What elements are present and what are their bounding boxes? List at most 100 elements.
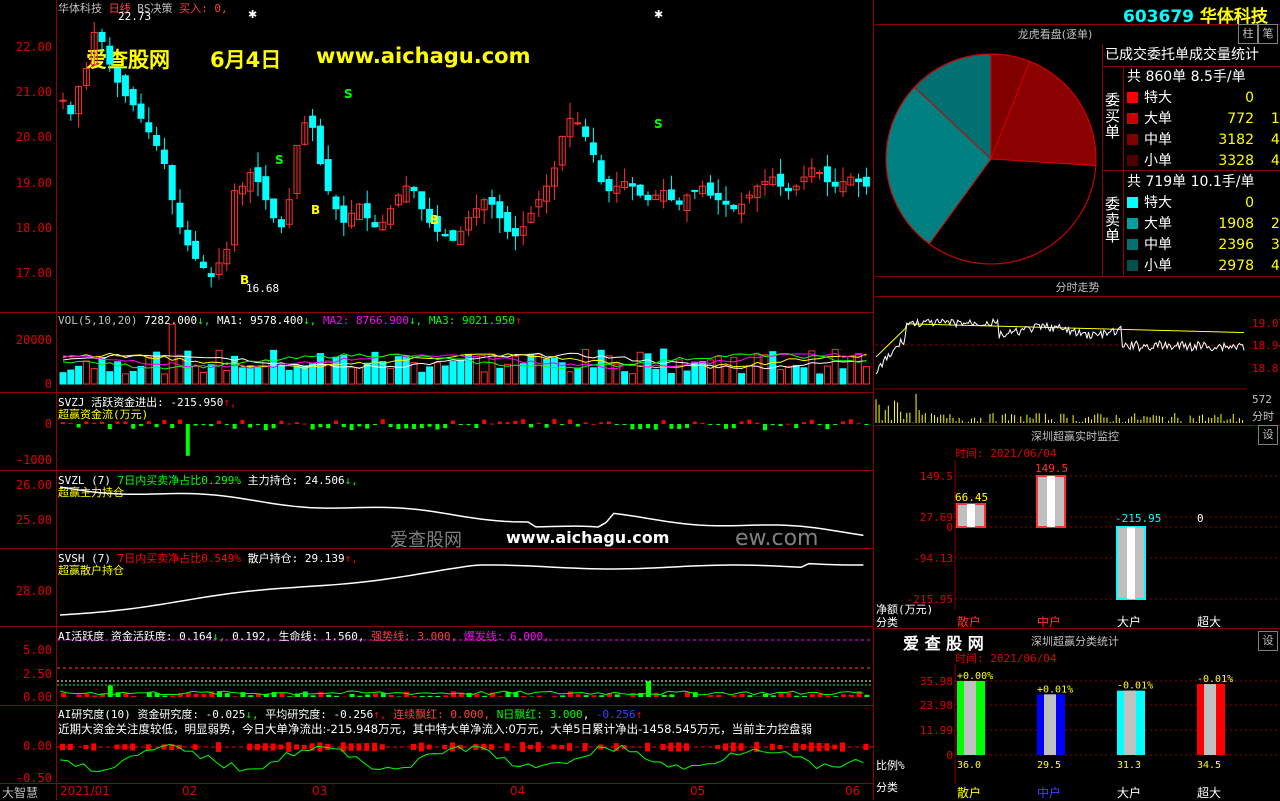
candle-body (692, 190, 698, 191)
ai-chart[interactable] (57, 627, 873, 705)
monitor-y-label: 0 (946, 521, 953, 534)
candle-body (497, 202, 503, 218)
candle-body (60, 100, 66, 101)
fund-bar (69, 423, 73, 424)
activity-bar (841, 694, 846, 697)
activity-bar (467, 693, 472, 697)
buy-total: 共 860单 8.5手/单 (1127, 66, 1246, 86)
volume-bar (637, 352, 643, 384)
research-bar (715, 745, 720, 749)
research-bar (863, 744, 868, 750)
ai-y-label: 2.50 (0, 667, 52, 681)
classify-bar-chart[interactable]: 35.9823.9811.990+0.00%36.0+0.01%29.5-0.0… (875, 664, 1280, 784)
fund-bar (186, 424, 190, 456)
volume-bar (169, 324, 175, 384)
volume-bar (68, 370, 74, 384)
volume-bar (294, 366, 300, 384)
activity-bar (521, 696, 526, 697)
intraday-time-label: 分时 (1252, 408, 1274, 424)
kline-chart[interactable]: SSSBBB✱✱ (57, 0, 873, 312)
research-bar (817, 743, 822, 751)
activity-bar (763, 694, 768, 697)
legend-swatch (1127, 134, 1138, 145)
signal-marker: B (311, 203, 320, 217)
legend-row: 大单190826% (1127, 213, 1280, 233)
candle-body (505, 213, 511, 232)
pillar-button[interactable]: 柱 (1238, 24, 1258, 44)
research-bar (364, 743, 369, 751)
activity-bar (591, 695, 596, 697)
monitor-value: -215.95 (1115, 512, 1161, 525)
kline-y-label: 18.00 (0, 221, 52, 235)
svzj-chart[interactable] (57, 393, 873, 470)
activity-bar (810, 694, 815, 697)
activity-bar (435, 696, 440, 697)
activity-bar (373, 693, 378, 697)
activity-bar (615, 694, 620, 697)
monitor-settings-button[interactable]: 设 (1258, 425, 1278, 445)
svsh-chart[interactable] (57, 549, 873, 626)
volume-bar (107, 372, 113, 384)
activity-bar (334, 696, 339, 697)
fund-bar (482, 420, 486, 424)
legend-count: 0 (1214, 195, 1254, 211)
retail-holding-line (60, 564, 863, 615)
volume-bar (481, 372, 487, 384)
candle-body (193, 241, 199, 258)
fund-bar (170, 424, 174, 428)
fund-bar (763, 424, 767, 430)
fund-bar (818, 424, 822, 425)
fund-bar (451, 421, 455, 424)
research-bar (528, 745, 533, 749)
pen-button[interactable]: 笔 (1258, 24, 1278, 44)
candle-body (723, 201, 729, 204)
volume-bar (762, 355, 768, 384)
activity-bar (248, 695, 253, 697)
volume-bar (130, 372, 136, 384)
dragon-pie-chart[interactable] (880, 48, 1102, 270)
legend-count: 772 (1214, 111, 1254, 127)
monitor-bar-chart[interactable]: 149.527.690-94.13-215.9566.45149.5-215.9… (875, 460, 1280, 610)
research-chart[interactable] (57, 706, 873, 783)
volume-bar (778, 370, 784, 384)
fund-bar (264, 424, 268, 430)
research-bar (567, 743, 572, 751)
intraday-y-label: 18.81 (1252, 362, 1280, 375)
fund-bar (802, 422, 806, 424)
volume-bar (450, 362, 456, 384)
volume-bar (785, 367, 791, 384)
monitor-title: 深圳超赢实时监控 (975, 428, 1175, 444)
fund-bar (295, 422, 299, 424)
candle-body (372, 223, 378, 227)
candle-body (333, 197, 339, 209)
candle-body (325, 160, 331, 191)
volume-bar (723, 366, 729, 384)
fund-bar (77, 424, 81, 428)
candle-body (169, 166, 175, 200)
fund-bar (794, 424, 798, 428)
research-bar (247, 744, 252, 751)
activity-bar (537, 696, 542, 697)
legend-name: 大单 (1144, 213, 1214, 233)
legend-name: 中单 (1144, 234, 1214, 254)
research-bar (115, 745, 120, 750)
main-chart-area[interactable]: 华体科技 日线 BS决策 买入: 0, 22.00 21.00 20.00 19… (0, 0, 874, 800)
fund-bar (123, 421, 127, 424)
candle-body (676, 201, 682, 204)
classify-settings-button[interactable]: 设 (1258, 631, 1278, 651)
volume-bar (356, 368, 362, 384)
legend-count: 3182 (1214, 132, 1254, 148)
x-axis-label: 2021/01 (60, 784, 110, 798)
candle-body (575, 123, 581, 124)
classify-top-value: +0.00% (957, 671, 993, 682)
volume-chart[interactable] (57, 313, 873, 392)
star-icon: ✱ (248, 8, 257, 21)
candle-body (310, 116, 316, 127)
volume-bar (239, 368, 245, 384)
intraday-chart[interactable] (875, 297, 1247, 425)
fund-bar (615, 424, 619, 425)
fund-bar (92, 423, 96, 424)
candle-body (341, 206, 347, 222)
volume-bar (746, 366, 752, 384)
volume-bar (629, 374, 635, 384)
